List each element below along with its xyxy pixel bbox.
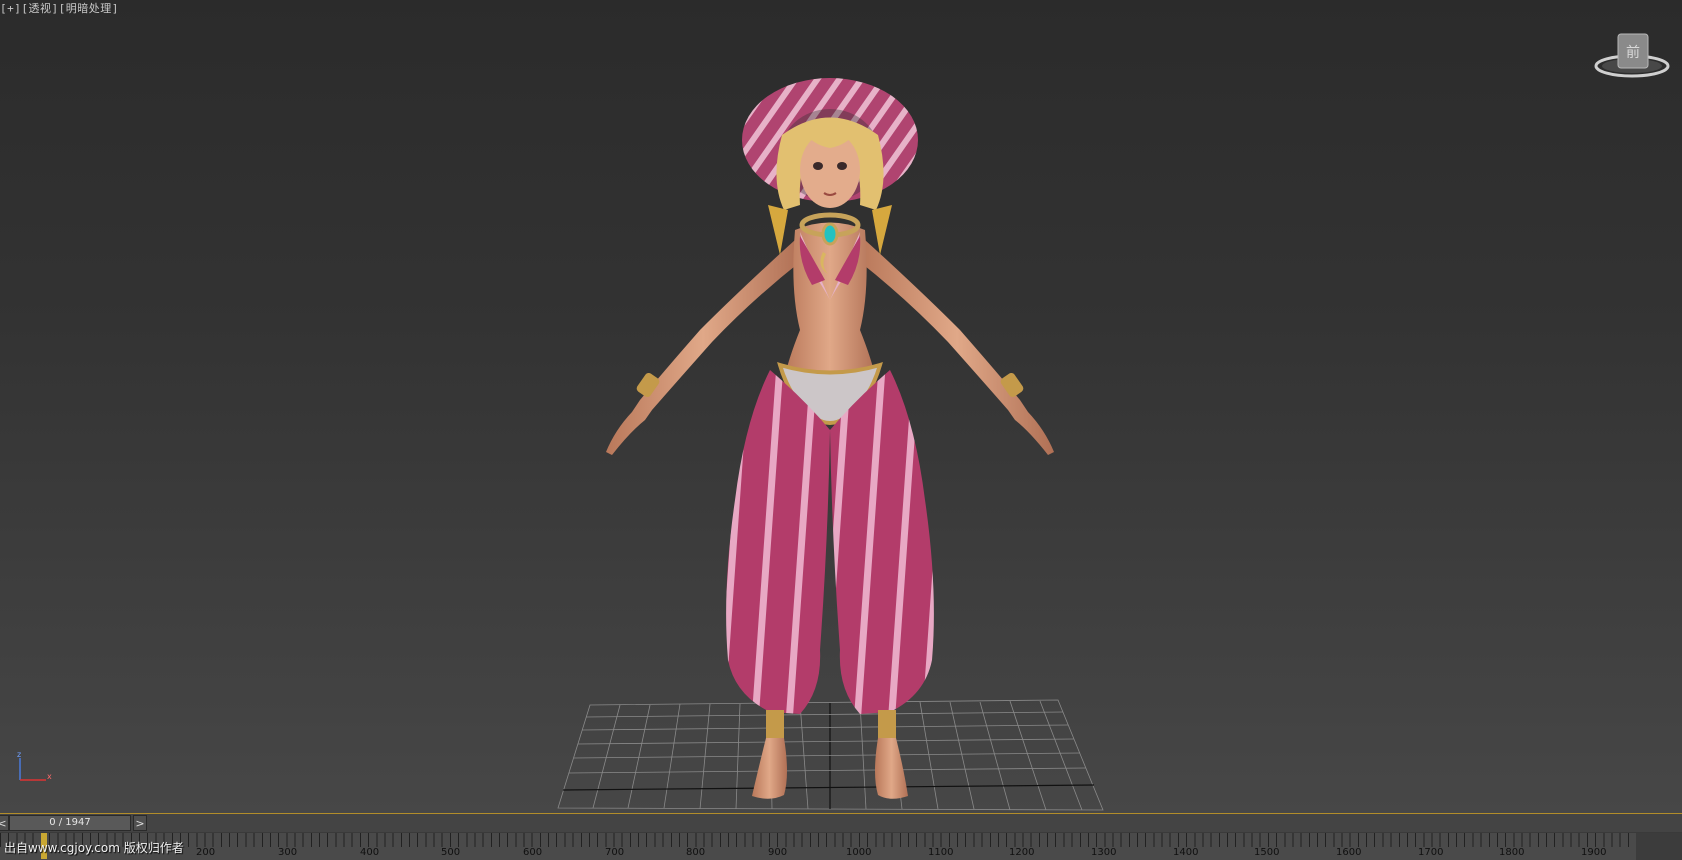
prev-frame-button[interactable]: < [0, 815, 9, 831]
tick-label: 1900 [1581, 847, 1607, 858]
frame-counter[interactable]: 0 / 1947 [9, 815, 131, 831]
tick-label: 1100 [928, 847, 954, 858]
viewcube-icon[interactable]: 前 [1592, 30, 1672, 84]
axis-z-label: z [17, 750, 21, 759]
time-slider-row: < 0 / 1947 > [0, 814, 1682, 832]
next-frame-button[interactable]: > [133, 815, 147, 831]
tick-label: 300 [278, 847, 298, 858]
ground-grid [557, 699, 1104, 811]
character-model [606, 78, 1054, 799]
tick-label: 1600 [1336, 847, 1362, 858]
tick-label: 600 [523, 847, 543, 858]
timeline-panel: < 0 / 1947 > 200 300 400 500 600 700 800… [0, 813, 1682, 860]
tick-label: 400 [360, 847, 380, 858]
tick-label: 1300 [1091, 847, 1117, 858]
axis-x-label: x [47, 772, 52, 781]
tick-label: 700 [605, 847, 625, 858]
track-ruler[interactable]: 200 300 400 500 600 700 800 900 1000 110… [0, 833, 1636, 860]
tick-label: 1800 [1499, 847, 1525, 858]
perspective-viewport[interactable]: [+][透视][明暗处理] 前 z x [0, 0, 1682, 813]
tick-label: 1500 [1254, 847, 1280, 858]
axis-gizmo-icon: z x [17, 750, 52, 781]
watermark-text: 出自www.cgjoy.com 版权归作者 [4, 841, 184, 855]
ruler-end-cap [1636, 833, 1682, 860]
tick-label: 1200 [1009, 847, 1035, 858]
tick-label: 200 [196, 847, 216, 858]
tick-label: 1700 [1418, 847, 1444, 858]
viewcube-face-label: 前 [1626, 44, 1640, 61]
tick-label: 500 [441, 847, 461, 858]
tick-label: 1000 [846, 847, 872, 858]
tick-label: 900 [768, 847, 788, 858]
scene-render [557, 78, 1104, 811]
ruler-ticks [0, 833, 1636, 847]
tick-label: 1400 [1173, 847, 1199, 858]
tick-label: 800 [686, 847, 706, 858]
